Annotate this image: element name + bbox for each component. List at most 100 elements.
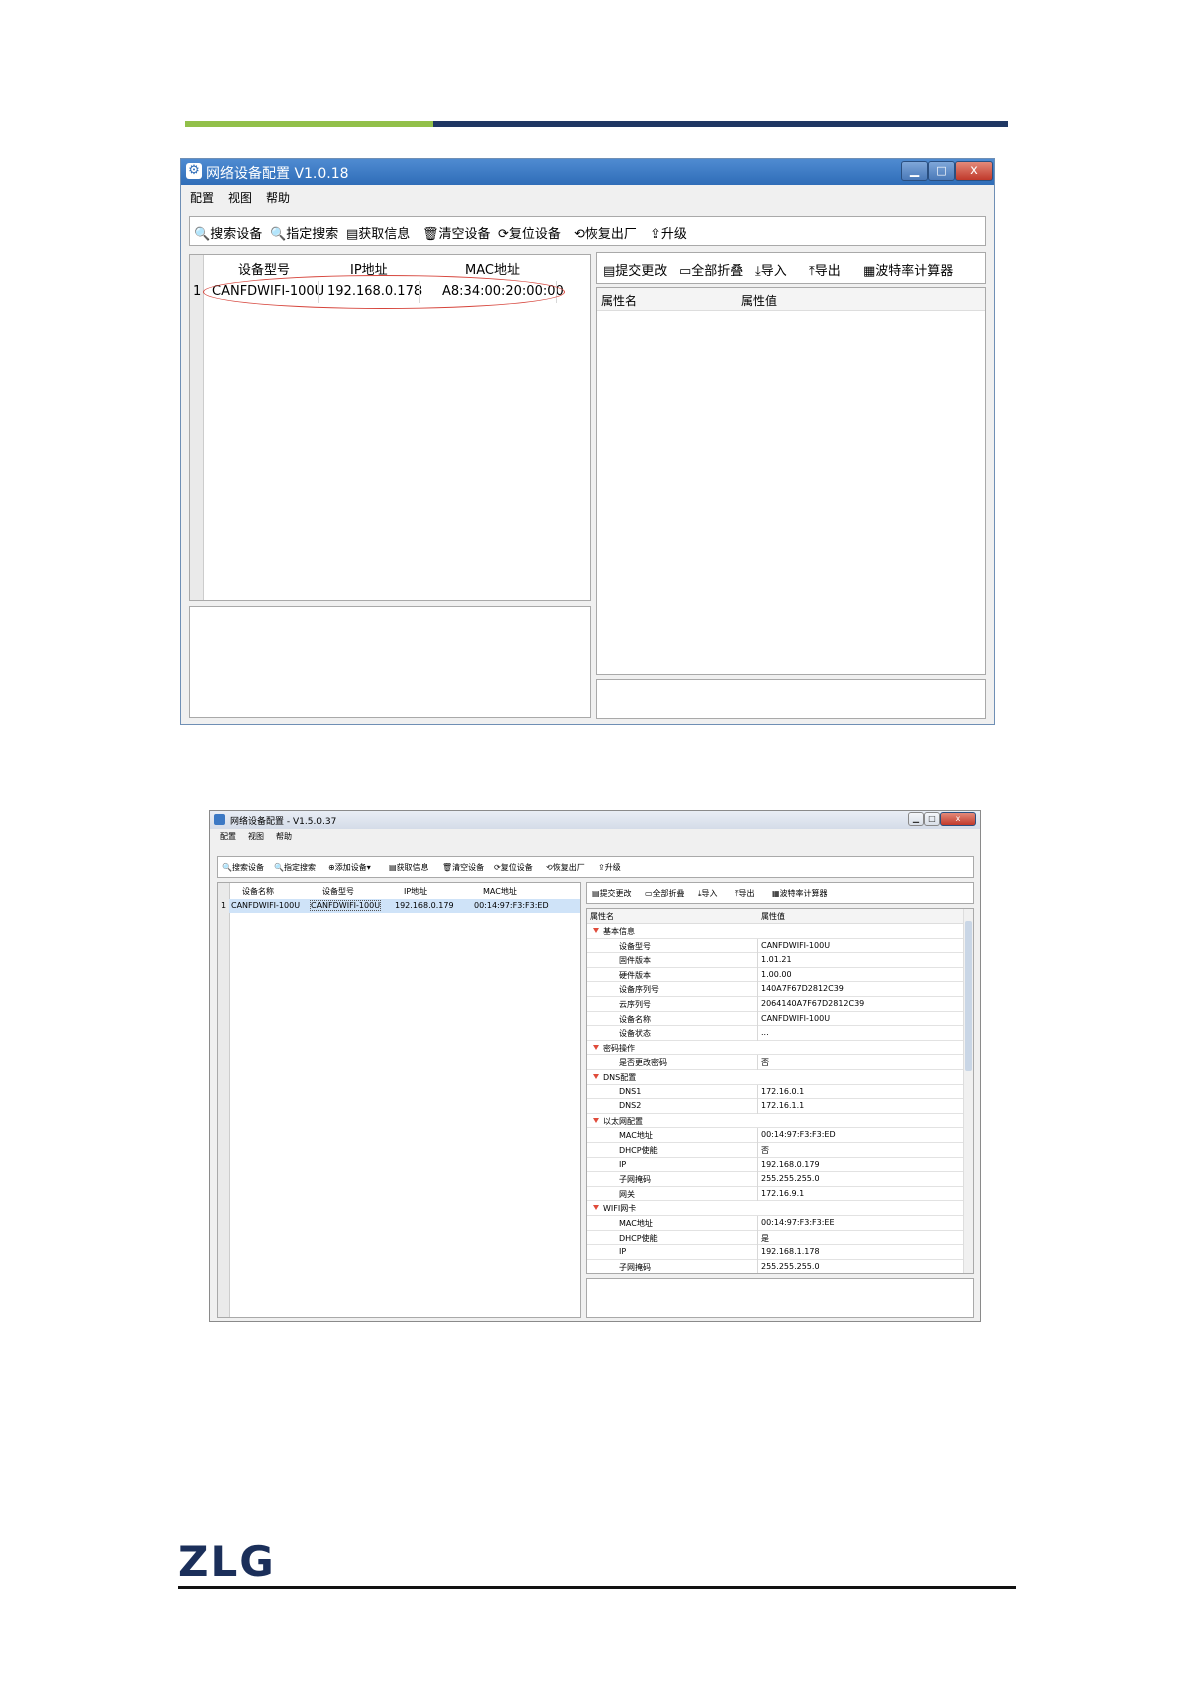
property-row[interactable]: 设备名称 CANFDWIFI-100U xyxy=(587,1011,963,1027)
property-row[interactable]: DNS1 172.16.0.1 xyxy=(587,1084,963,1100)
expand-triangle-icon[interactable] xyxy=(593,1205,599,1211)
clear-device-button[interactable]: 🗑清空设备 xyxy=(442,862,484,873)
property-row[interactable]: IP 192.168.1.178 xyxy=(587,1245,963,1260)
property-value[interactable]: 172.16.0.1 xyxy=(761,1087,804,1096)
target-search-button[interactable]: 🔍指定搜索 xyxy=(270,223,338,242)
baud-calculator-button[interactable]: ▦波特率计算器 xyxy=(863,260,953,279)
reset-device-button[interactable]: ⟳复位设备 xyxy=(498,223,561,242)
trash-icon: 🗑 xyxy=(422,227,439,242)
property-value[interactable]: 140A7F67D2812C39 xyxy=(761,984,844,993)
property-row[interactable]: 固件版本 1.01.21 xyxy=(587,953,963,968)
property-value[interactable]: 00:14:97:F3:F3:ED xyxy=(761,1130,836,1139)
property-value[interactable]: CANFDWIFI-100U xyxy=(761,941,830,950)
property-row[interactable]: 子网掩码 255.255.255.0 xyxy=(587,1259,963,1273)
property-value[interactable]: 否 xyxy=(761,1145,769,1156)
property-row[interactable]: 设备型号 CANFDWIFI-100U xyxy=(587,938,963,954)
maximize-button[interactable]: □ xyxy=(928,161,955,181)
close-button[interactable]: x xyxy=(940,812,976,826)
col-header-name[interactable]: 设备名称 xyxy=(242,886,274,897)
maximize-button[interactable]: □ xyxy=(924,812,940,826)
collapse-all-button[interactable]: ▭全部折叠 xyxy=(679,260,743,279)
property-category[interactable]: WIFI网卡 xyxy=(587,1201,963,1216)
property-row[interactable]: MAC地址 00:14:97:F3:F3:ED xyxy=(587,1128,963,1143)
submit-changes-button[interactable]: ▤提交更改 xyxy=(592,888,632,899)
property-value[interactable]: 00:14:97:F3:F3:EE xyxy=(761,1218,835,1227)
expand-triangle-icon[interactable] xyxy=(593,928,599,933)
minimize-button[interactable]: ▁ xyxy=(908,812,924,826)
target-search-button[interactable]: 🔍指定搜索 xyxy=(274,862,316,873)
property-value[interactable]: 172.16.1.1 xyxy=(761,1101,804,1110)
expand-triangle-icon[interactable] xyxy=(593,1044,599,1050)
menu-view[interactable]: 视图 xyxy=(228,189,252,206)
factory-reset-button[interactable]: ⟲恢复出厂 xyxy=(574,223,637,242)
vertical-scrollbar[interactable] xyxy=(963,909,973,1273)
property-value[interactable]: 192.168.0.179 xyxy=(761,1160,820,1169)
property-category[interactable]: 以太网配置 xyxy=(587,1114,963,1129)
menu-help[interactable]: 帮助 xyxy=(266,189,290,206)
table-row[interactable]: CANFDWIFI-100U CANFDWIFI-100U 192.168.0.… xyxy=(229,899,580,913)
zlg-logo: ZLG xyxy=(178,1537,276,1586)
property-row[interactable]: 设备序列号 140A7F67D2812C39 xyxy=(587,982,963,997)
factory-reset-button[interactable]: ⟲恢复出厂 xyxy=(546,862,585,873)
property-value[interactable]: 否 xyxy=(761,1057,769,1068)
property-name: IP xyxy=(619,1247,627,1257)
property-row[interactable]: DHCP使能 否 xyxy=(587,1143,963,1158)
property-value[interactable]: 1.01.21 xyxy=(761,955,792,964)
property-value[interactable]: ... xyxy=(761,1028,769,1037)
property-value[interactable]: 172.16.9.1 xyxy=(761,1189,804,1198)
search-device-button[interactable]: 🔍搜索设备 xyxy=(194,223,262,242)
property-row[interactable]: 是否更改密码 否 xyxy=(587,1055,963,1070)
property-value[interactable]: 是 xyxy=(761,1233,769,1244)
get-info-button[interactable]: ▤获取信息 xyxy=(389,862,429,873)
property-row[interactable]: DHCP使能 是 xyxy=(587,1230,963,1246)
baud-calculator-button[interactable]: ▦波特率计算器 xyxy=(772,888,828,899)
export-button[interactable]: ⤒导出 xyxy=(735,888,755,899)
property-value[interactable]: 192.168.1.178 xyxy=(761,1247,820,1256)
collapse-all-button[interactable]: ▭全部折叠 xyxy=(645,888,685,899)
menu-help[interactable]: 帮助 xyxy=(276,831,292,842)
menu-config[interactable]: 配置 xyxy=(220,831,236,842)
cell-mac: 00:14:97:F3:F3:ED xyxy=(474,901,549,910)
upgrade-button[interactable]: ⇪升级 xyxy=(650,223,687,242)
reset-device-button[interactable]: ⟳复位设备 xyxy=(494,862,533,873)
property-row[interactable]: 网关 172.16.9.1 xyxy=(587,1186,963,1202)
minimize-button[interactable]: ▁ xyxy=(901,161,928,181)
import-button[interactable]: ⤓导入 xyxy=(698,888,718,899)
col-header-ip[interactable]: IP地址 xyxy=(404,886,427,897)
submit-icon: ▤ xyxy=(592,889,600,898)
property-category[interactable]: 密码操作 xyxy=(587,1041,963,1056)
property-value[interactable]: CANFDWIFI-100U xyxy=(761,1014,830,1023)
property-value[interactable]: 1.00.00 xyxy=(761,970,792,979)
property-name: 是否更改密码 xyxy=(619,1058,667,1068)
col-header-mac[interactable]: MAC地址 xyxy=(483,886,517,897)
property-value[interactable]: 2064140A7F67D2812C39 xyxy=(761,999,864,1008)
property-row[interactable]: 硬件版本 1.00.00 xyxy=(587,967,963,983)
close-button[interactable]: x xyxy=(955,161,993,181)
property-row[interactable]: 设备状态... xyxy=(587,1026,963,1041)
col-header-mac[interactable]: MAC地址 xyxy=(465,259,520,278)
property-value[interactable]: 255.255.255.0 xyxy=(761,1174,820,1183)
property-row[interactable]: MAC地址 00:14:97:F3:F3:EE xyxy=(587,1216,963,1231)
property-value[interactable]: 255.255.255.0 xyxy=(761,1262,820,1271)
menu-config[interactable]: 配置 xyxy=(190,189,214,206)
export-button[interactable]: ⤒导出 xyxy=(809,260,841,279)
get-info-button[interactable]: ▤获取信息 xyxy=(346,223,410,242)
search-device-button[interactable]: 🔍搜索设备 xyxy=(222,862,264,873)
property-row[interactable]: IP 192.168.0.179 xyxy=(587,1157,963,1173)
submit-changes-button[interactable]: ▤提交更改 xyxy=(603,260,667,279)
import-button[interactable]: ⤓导入 xyxy=(755,260,787,279)
col-header-model[interactable]: 设备型号 xyxy=(238,259,290,278)
property-row[interactable]: 云序列号 2064140A7F67D2812C39 xyxy=(587,997,963,1012)
expand-triangle-icon[interactable] xyxy=(593,1117,599,1123)
expand-triangle-icon[interactable] xyxy=(593,1074,599,1079)
property-category[interactable]: 基本信息 xyxy=(587,924,963,939)
clear-device-button[interactable]: 🗑清空设备 xyxy=(422,223,491,242)
property-category[interactable]: DNS配置 xyxy=(587,1070,963,1085)
upgrade-button[interactable]: ⇪升级 xyxy=(598,862,621,873)
property-row[interactable]: 子网掩码 255.255.255.0 xyxy=(587,1172,963,1187)
add-device-button[interactable]: ⊕添加设备▾ xyxy=(328,862,371,873)
property-row[interactable]: DNS2 172.16.1.1 xyxy=(587,1099,963,1114)
col-header-model[interactable]: 设备型号 xyxy=(322,886,354,897)
scrollbar-thumb[interactable] xyxy=(965,921,972,1071)
menu-view[interactable]: 视图 xyxy=(248,831,264,842)
